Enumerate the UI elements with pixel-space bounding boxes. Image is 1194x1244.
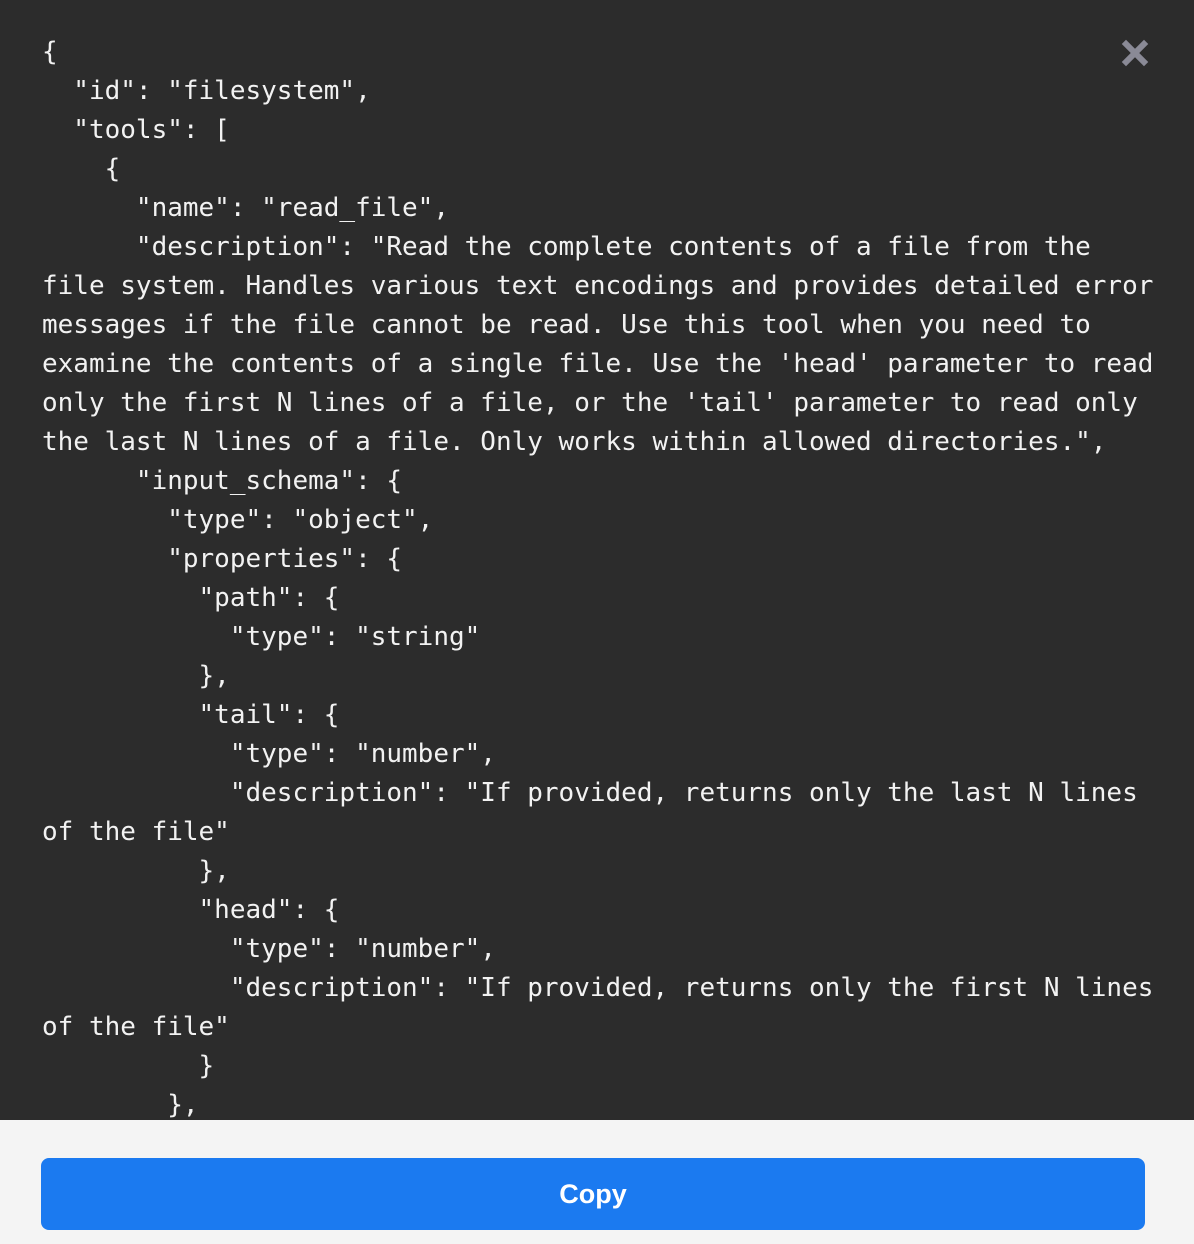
code-line: }, [42,661,230,691]
code-line: "path": { [42,583,340,613]
code-line: "id": "filesystem", [42,76,371,106]
code-line: of the file" [42,817,230,847]
code-line: "name": "read_file", [42,193,449,223]
code-line: "properties": { [42,544,403,574]
code-line: "type": "object", [42,505,434,535]
code-line: "tail": { [42,700,340,730]
json-code-viewer: { "id": "filesystem", "tools": [ { "name… [0,0,1194,1120]
code-line: "description": "If provided, returns onl… [42,973,1154,1003]
json-code-block: { "id": "filesystem", "tools": [ { "name… [42,33,1153,1120]
code-line: }, [42,1090,199,1120]
code-line: file system. Handles various text encodi… [42,271,1154,301]
code-line: "type": "number", [42,934,496,964]
code-line: "type": "number", [42,739,496,769]
code-line: "head": { [42,895,340,925]
code-line: of the file" [42,1012,230,1042]
close-icon[interactable] [1120,38,1150,68]
code-line: "description": "Read the complete conten… [42,232,1091,262]
code-line: "tools": [ [42,115,230,145]
code-line: { [42,37,58,67]
code-line: the last N lines of a file. Only works w… [42,427,1107,457]
code-line: { [42,154,121,184]
modal-footer: Copy [0,1120,1194,1244]
code-line: "description": "If provided, returns onl… [42,778,1138,808]
code-line: only the first N lines of a file, or the… [42,388,1138,418]
code-line: } [42,1051,215,1081]
code-line: "type": "string" [42,622,481,652]
code-line: messages if the file cannot be read. Use… [42,310,1091,340]
code-line: examine the contents of a single file. U… [42,349,1154,379]
code-line: }, [42,856,230,886]
copy-button[interactable]: Copy [41,1158,1145,1230]
code-line: "input_schema": { [42,466,403,496]
